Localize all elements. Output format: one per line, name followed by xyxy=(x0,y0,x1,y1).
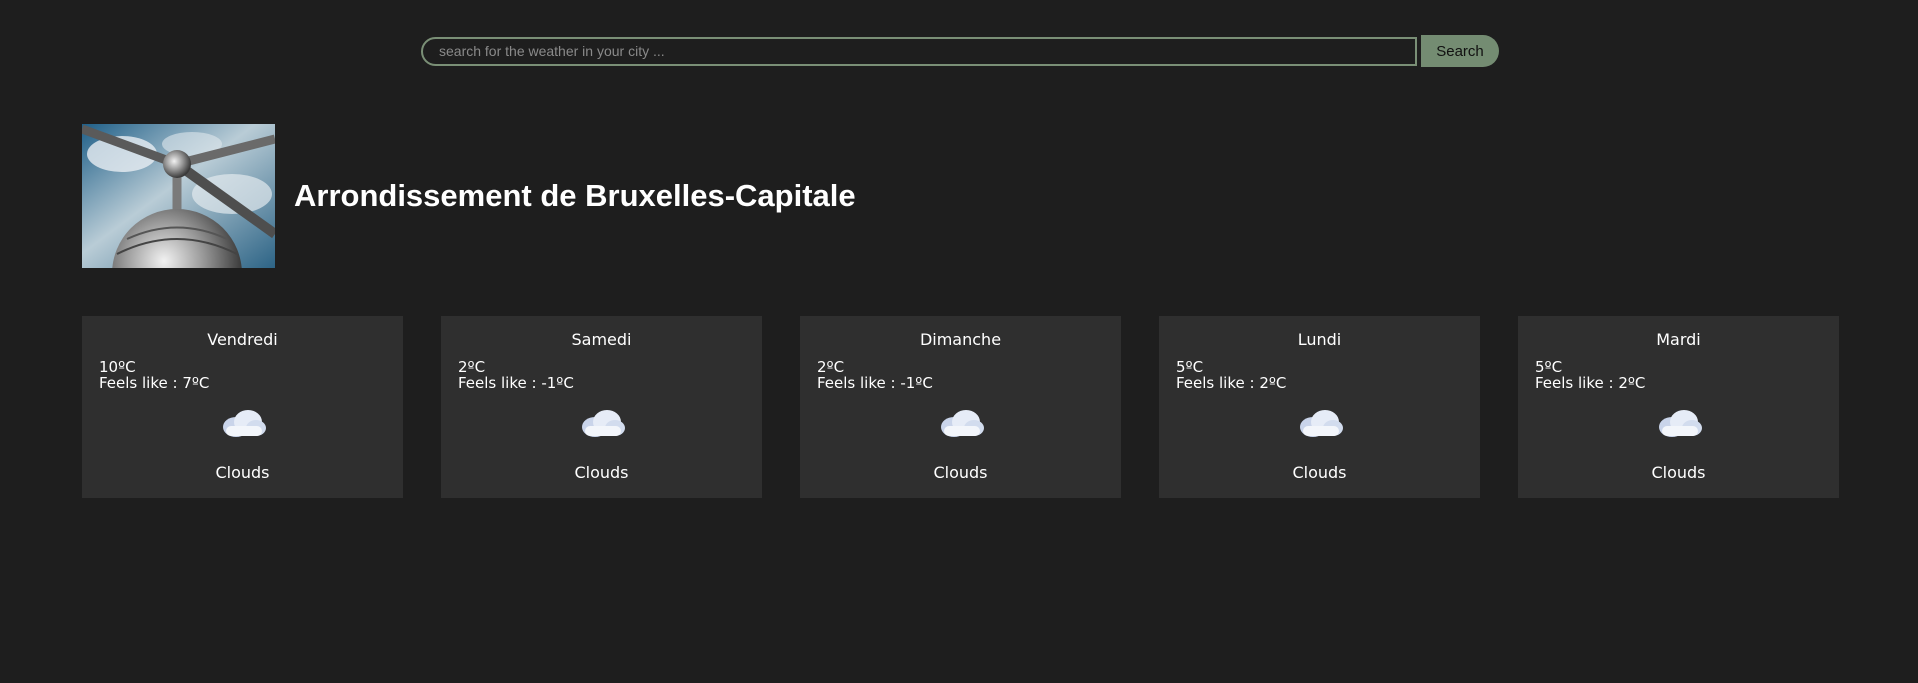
forecast-card: Dimanche 2ºC Feels like : -1ºC Clouds xyxy=(800,316,1121,498)
cloud-icon xyxy=(1299,410,1343,437)
weather-condition: Clouds xyxy=(215,463,270,482)
day-name: Vendredi xyxy=(207,330,278,349)
feels-like: Feels like : 7ºC xyxy=(99,374,210,392)
search-input[interactable] xyxy=(421,36,1417,66)
weather-condition: Clouds xyxy=(933,463,988,482)
weather-condition: Clouds xyxy=(1651,463,1706,482)
feels-like: Feels like : 2ºC xyxy=(1535,374,1646,392)
cloud-icon xyxy=(581,410,625,437)
search-bar: Search xyxy=(421,35,1499,67)
cloud-icon xyxy=(940,410,984,437)
forecast-card: Mardi 5ºC Feels like : 2ºC Clouds xyxy=(1518,316,1839,498)
day-name: Dimanche xyxy=(919,330,1002,349)
feels-like: Feels like : -1ºC xyxy=(458,374,574,392)
cloud-icon xyxy=(1658,410,1702,437)
weather-condition: Clouds xyxy=(1292,463,1347,482)
search-button[interactable]: Search xyxy=(1421,35,1499,67)
city-name: Arrondissement de Bruxelles-Capitale xyxy=(294,178,856,213)
city-header: Arrondissement de Bruxelles-Capitale xyxy=(82,124,856,268)
day-name: Samedi xyxy=(571,330,632,349)
weather-condition: Clouds xyxy=(574,463,629,482)
cloud-icon xyxy=(222,410,266,437)
forecast-card: Samedi 2ºC Feels like : -1ºC Clouds xyxy=(441,316,762,498)
forecast-card: Lundi 5ºC Feels like : 2ºC Clouds xyxy=(1159,316,1480,498)
day-name: Mardi xyxy=(1656,330,1701,349)
day-name: Lundi xyxy=(1297,330,1342,349)
city-photo xyxy=(82,124,275,268)
forecast-list: Vendredi 10ºC Feels like : 7ºC Clouds Sa… xyxy=(82,316,1839,498)
feels-like: Feels like : 2ºC xyxy=(1176,374,1287,392)
feels-like: Feels like : -1ºC xyxy=(817,374,933,392)
forecast-card: Vendredi 10ºC Feels like : 7ºC Clouds xyxy=(82,316,403,498)
